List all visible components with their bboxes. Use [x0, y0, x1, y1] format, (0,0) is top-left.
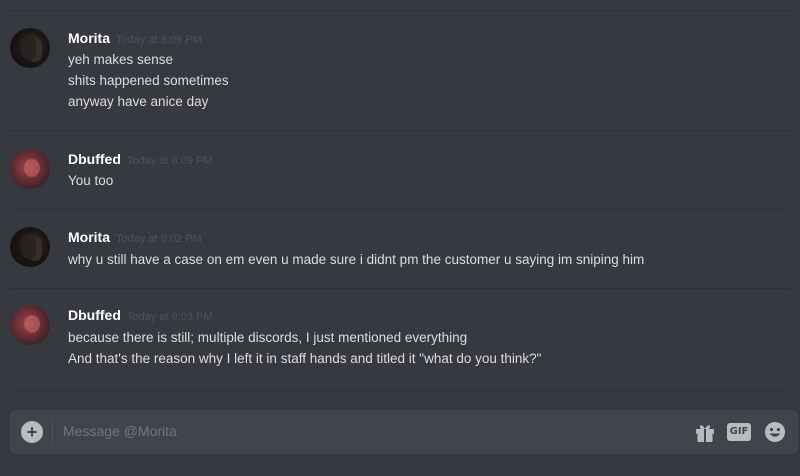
- username[interactable]: Morita: [68, 30, 110, 46]
- message-header: Morita Today at 8:09 PM: [68, 30, 202, 48]
- divider: [10, 390, 790, 391]
- username[interactable]: Dbuffed: [68, 151, 121, 167]
- divider: [10, 10, 790, 11]
- message-composer: + Message @Morita GIF: [10, 410, 798, 454]
- username[interactable]: Dbuffed: [68, 307, 121, 323]
- message-header: Dbuffed Today at 8:09 PM: [68, 151, 213, 169]
- timestamp: Today at 9:03 PM: [126, 311, 213, 323]
- divider: [10, 130, 790, 131]
- gift-icon[interactable]: [694, 421, 716, 443]
- avatar[interactable]: [10, 227, 50, 267]
- message-text: why u still have a case on em even u mad…: [68, 252, 645, 267]
- username[interactable]: Morita: [68, 229, 110, 245]
- plus-circle-icon[interactable]: +: [21, 421, 43, 443]
- avatar[interactable]: [10, 305, 50, 345]
- divider: [10, 288, 790, 289]
- message-text: yeh makes sense: [68, 52, 174, 67]
- message-input[interactable]: Message @Morita: [63, 423, 177, 439]
- message-header: Morita Today at 9:02 PM: [68, 229, 202, 247]
- message-text: You too: [68, 173, 114, 188]
- timestamp: Today at 8:09 PM: [126, 155, 213, 167]
- message-header: Dbuffed Today at 9:03 PM: [68, 307, 213, 325]
- composer-separator: [52, 418, 53, 446]
- avatar[interactable]: [10, 149, 50, 189]
- emoji-icon[interactable]: [764, 421, 786, 443]
- message-text: because there is still; multiple discord…: [68, 330, 468, 345]
- message-text: And that's the reason why I left it in s…: [68, 351, 542, 366]
- divider: [10, 209, 790, 210]
- timestamp: Today at 8:09 PM: [116, 34, 202, 46]
- message-text: shits happened sometimes: [68, 73, 229, 88]
- timestamp: Today at 9:02 PM: [116, 233, 202, 245]
- avatar[interactable]: [10, 28, 50, 68]
- message-text: anyway have anice day: [68, 94, 209, 109]
- chat-messages: Morita Today at 8:09 PM yeh makes sense s…: [0, 0, 800, 400]
- gif-icon[interactable]: GIF: [727, 423, 751, 441]
